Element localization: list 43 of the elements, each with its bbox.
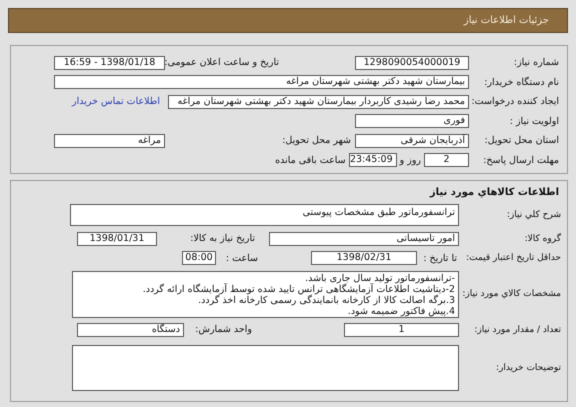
spec-line: 3.برگه اصالت کالا از کارخانه بانمایندگی رسمی کارخانه اخذ گردد. bbox=[197, 294, 455, 306]
field-label: استان محل تحویل: bbox=[483, 135, 560, 146]
time-field: 23:45:09 bbox=[348, 153, 397, 168]
field-label: ساعت : bbox=[224, 252, 259, 264]
spec-line: 4.پیش فاکتور ضمیمه شود. bbox=[346, 306, 455, 316]
city-field: مراغه bbox=[54, 134, 165, 148]
field-label: تاریخ و ساعت اعلان عمومی: bbox=[165, 57, 280, 68]
priority-field: فوری bbox=[355, 114, 469, 128]
need-date-field: 1398/01/31 bbox=[77, 232, 157, 246]
page-title: جزئیات اطلاعات نیاز bbox=[464, 15, 549, 26]
field-label: حداقل تاریخ اعتبار قیمت: bbox=[465, 253, 562, 264]
validity-time-field: 08:00 bbox=[182, 251, 216, 266]
field-label: واحد شمارش: bbox=[194, 324, 253, 336]
goods-group-field: امور تاسیساتی bbox=[269, 232, 459, 246]
field-label: اولویت نیاز : bbox=[508, 116, 560, 127]
field-label: تاریخ نیاز به کالا: bbox=[189, 233, 256, 244]
field-label: توضیحات خریدار: bbox=[494, 362, 562, 372]
section-title: اطلاعات كالاهاي مورد نياز bbox=[428, 186, 560, 200]
field-label: تا تاریخ : bbox=[422, 252, 458, 264]
field-label: شماره نیاز: bbox=[512, 57, 560, 68]
field-label: شهر محل تحویل: bbox=[281, 135, 352, 146]
creator-field: محمد رضا رشیدی کاربردار بیمارستان شهید دکتر بهشتی شهرستان مراغه bbox=[168, 94, 469, 109]
field-label: مهلت ارسال پاسخ: bbox=[482, 154, 560, 166]
spec-line: -ترانسفورماتور تولید سال جاری باشد. bbox=[304, 272, 455, 284]
field-label: شرح كلي نياز: bbox=[506, 210, 562, 220]
buyer-contact-link[interactable]: اطلاعات تماس خریدار bbox=[72, 96, 160, 108]
field-label: نام دستگاه خریدار: bbox=[483, 76, 560, 88]
announce-date-field: 1398/01/18 - 16:59 bbox=[54, 56, 165, 70]
need-number-field: 1298090054000019 bbox=[355, 56, 469, 70]
field-label: ایجاد کننده درخواست: bbox=[470, 96, 560, 108]
days-unit: روز و bbox=[398, 154, 422, 166]
field-label: گروه کالا: bbox=[524, 234, 562, 244]
validity-date-field: 1398/02/31 bbox=[311, 251, 417, 266]
buyer-field: بیمارستان شهید دکتر بهشتی شهرستان مراغه bbox=[54, 75, 469, 90]
field-label: تعداد / مقدار مورد نیاز: bbox=[473, 324, 562, 335]
spec-line: 2-دیتاشیت اطلاعات آزمایشگاهی ترانس تایید شده توسط آزمایشگاه ارائه گردد. bbox=[142, 284, 455, 294]
unit-field: دستگاه bbox=[77, 322, 184, 337]
province-field: آذربایجان شرقی bbox=[355, 134, 469, 148]
field-label: مشخصات كالاي مورد نياز: bbox=[461, 289, 562, 299]
quantity-field: 1 bbox=[344, 322, 459, 337]
days-field: 2 bbox=[424, 153, 469, 168]
summary-field: ترانسفورماتور طبق مشخصات پیوستی bbox=[70, 204, 459, 226]
remaining-label: ساعت باقی مانده bbox=[274, 154, 347, 166]
